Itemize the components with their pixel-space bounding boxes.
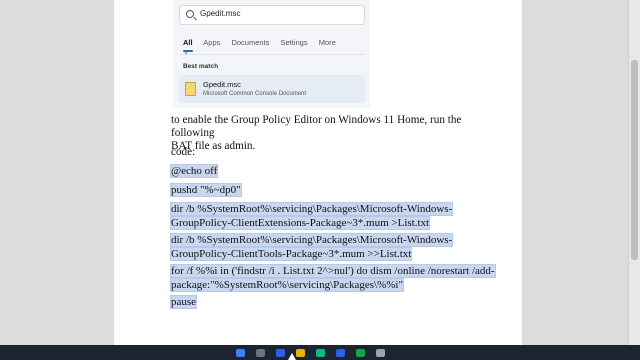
document-page: Gpedit.msc All Apps Documents Settings M… [114,0,522,345]
code-line-echo-off[interactable]: @echo off [171,164,218,178]
search-taskbar-icon[interactable] [256,349,265,357]
code-text[interactable]: for /f %%i in ('findstr /i . List.txt 2^… [171,265,495,277]
code-label: code: [171,146,196,158]
code-line-pushd[interactable]: pushd "%~dp0" [171,183,241,197]
filter-documents: Documents [231,38,270,47]
best-match-heading: Best match [183,63,219,70]
code-text[interactable]: dir /b %SystemRoot%\servicing\Packages\M… [171,234,453,246]
code-text[interactable]: pushd "%~dp0" [171,184,241,196]
code-text[interactable]: pause [171,296,197,308]
browser-icon[interactable] [276,349,285,357]
intro-paragraph: to enable the Group Policy Editor on Win… [171,114,501,153]
code-line-pause[interactable]: pause [171,295,197,309]
code-text[interactable]: GroupPolicy-ClientTools-Package~3*.mum >… [171,248,412,260]
code-line-dir-extensions[interactable]: dir /b %SystemRoot%\servicing\Packages\M… [171,202,453,230]
result-subtitle: Microsoft Common Console Document [203,91,307,97]
code-text[interactable]: package:"%SystemRoot%\servicing\Packages… [171,279,403,291]
code-line-dir-tools[interactable]: dir /b %SystemRoot%\servicing\Packages\M… [171,233,453,261]
search-divider [179,54,365,55]
file-explorer-icon[interactable] [296,349,305,357]
search-box: Gpedit.msc [179,5,365,25]
search-icon [186,10,194,18]
excel-icon[interactable] [356,349,365,357]
mouse-cursor-icon [288,353,296,360]
intro-line-1: to enable the Group Policy Editor on Win… [171,114,462,139]
scrollbar-thumb[interactable] [631,60,638,260]
desktop-right-margin [522,0,628,345]
document-file-icon [185,82,196,96]
word-icon[interactable] [336,349,345,357]
code-text[interactable]: GroupPolicy-ClientExtensions-Package~3*.… [171,217,430,229]
taskbar [0,345,640,360]
filter-all: All [183,38,193,47]
best-match-result: Gpedit.msc Microsoft Common Console Docu… [179,75,365,103]
code-line-for-dism[interactable]: for /f %%i in ('findstr /i . List.txt 2^… [171,264,495,292]
code-text[interactable]: @echo off [171,165,218,177]
vertical-scrollbar[interactable] [628,0,640,345]
settings-icon[interactable] [376,349,385,357]
search-query-text: Gpedit.msc [200,9,241,18]
start-icon[interactable] [236,349,245,357]
intro-line-2: BAT file as admin. [171,140,256,152]
filter-apps: Apps [203,38,221,47]
search-screenshot-image: Gpedit.msc All Apps Documents Settings M… [173,0,370,108]
filter-settings: Settings [280,38,308,47]
desktop-left-margin [0,0,114,345]
result-title: Gpedit.msc [203,80,241,89]
code-text[interactable]: dir /b %SystemRoot%\servicing\Packages\M… [171,203,453,215]
app-icon[interactable] [316,349,325,357]
